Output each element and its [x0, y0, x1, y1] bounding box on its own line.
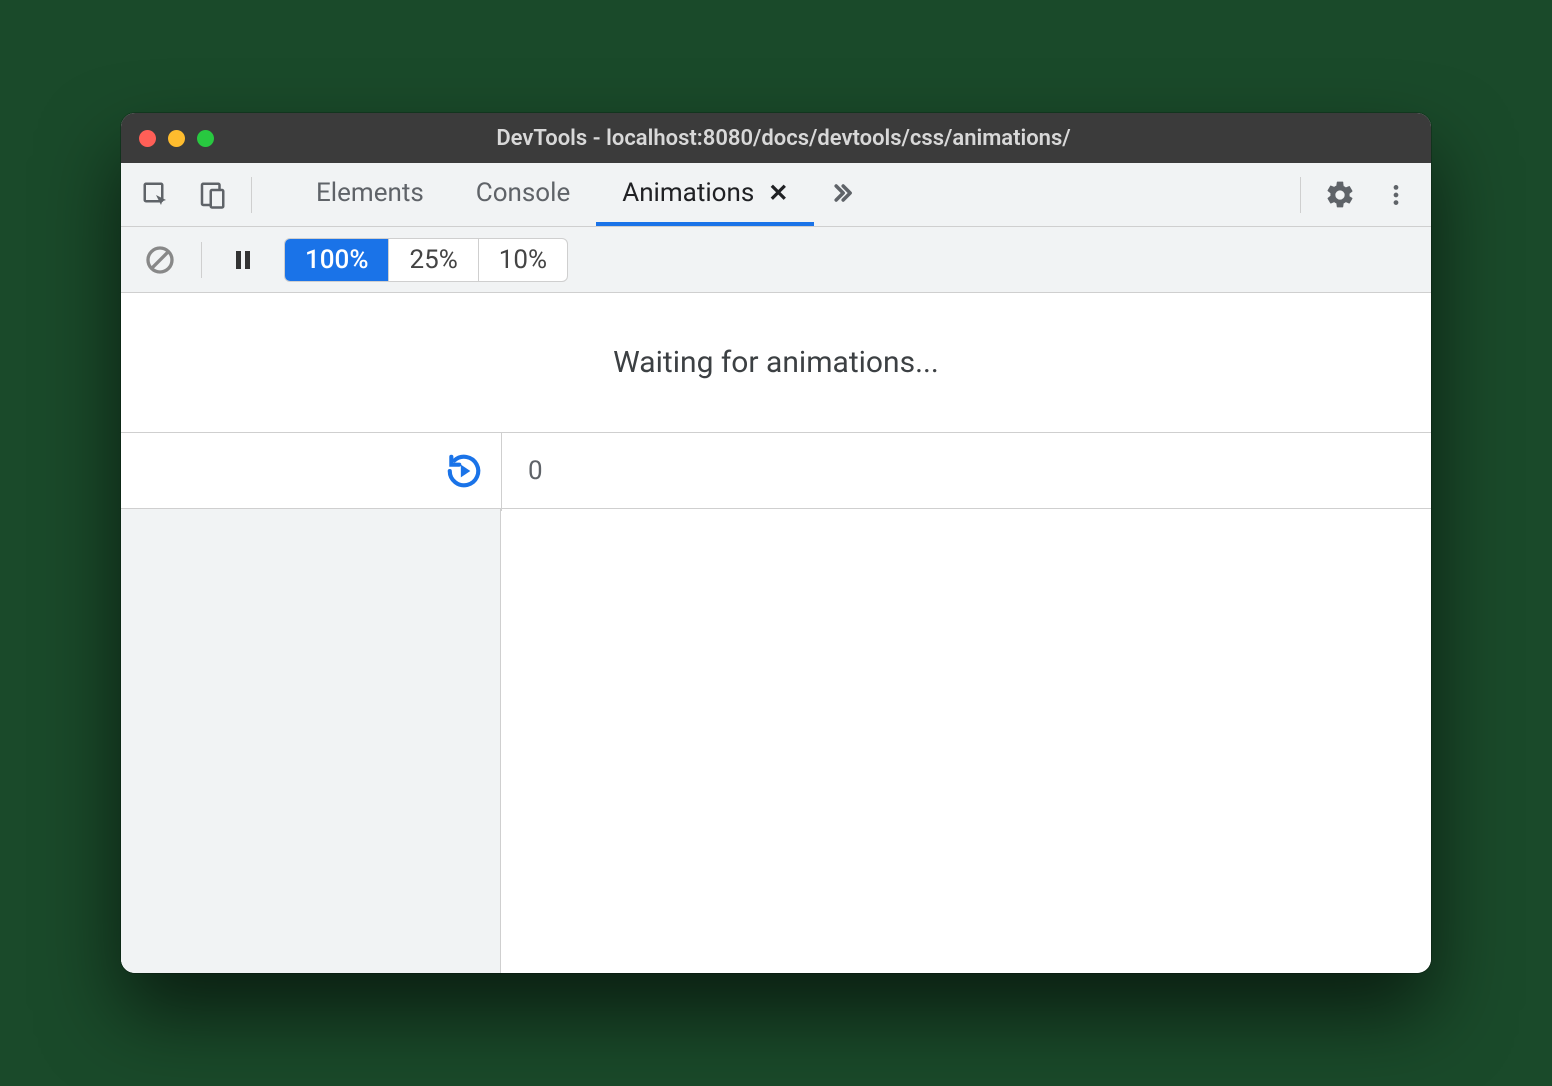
close-icon[interactable]: ✕: [768, 179, 788, 207]
maximize-window-button[interactable]: [197, 130, 214, 147]
speed-25[interactable]: 25%: [389, 239, 478, 281]
minimize-window-button[interactable]: [168, 130, 185, 147]
more-vertical-icon: [1383, 182, 1409, 208]
titlebar[interactable]: DevTools - localhost:8080/docs/devtools/…: [121, 113, 1431, 163]
replay-button[interactable]: [447, 454, 481, 488]
traffic-lights: [139, 130, 214, 147]
devtools-window: DevTools - localhost:8080/docs/devtools/…: [121, 113, 1431, 973]
tab-label: Animations: [622, 178, 754, 208]
clear-button[interactable]: [143, 243, 177, 277]
settings-button[interactable]: [1323, 178, 1357, 212]
chevrons-right-icon: [828, 179, 856, 207]
animations-toolbar: 100% 25% 10%: [121, 227, 1431, 293]
tab-label: Elements: [316, 178, 424, 208]
inspect-element-icon[interactable]: [139, 178, 173, 212]
divider: [1300, 177, 1301, 213]
gear-icon: [1324, 179, 1356, 211]
divider: [201, 242, 202, 278]
tab-animations[interactable]: Animations ✕: [596, 163, 814, 226]
more-button[interactable]: [1379, 178, 1413, 212]
main-tabstrip: Elements Console Animations ✕: [121, 163, 1431, 227]
waiting-message: Waiting for animations...: [121, 293, 1431, 433]
device-toolbar-icon[interactable]: [195, 178, 229, 212]
window-title: DevTools - localhost:8080/docs/devtools/…: [234, 126, 1333, 151]
tab-label: Console: [476, 178, 570, 208]
timeline-header: 0: [121, 433, 1431, 509]
replay-icon: [445, 452, 483, 490]
pause-button[interactable]: [226, 243, 260, 277]
timeline-body: [121, 509, 1431, 973]
close-window-button[interactable]: [139, 130, 156, 147]
divider: [251, 177, 252, 213]
timeline-canvas[interactable]: [501, 509, 1431, 973]
timeline-sidebar: [121, 509, 501, 973]
speed-100[interactable]: 100%: [285, 239, 389, 281]
tab-console[interactable]: Console: [450, 163, 596, 226]
speed-10[interactable]: 10%: [479, 239, 567, 281]
clear-icon: [144, 244, 176, 276]
timeline-start-label: 0: [501, 433, 1431, 508]
playback-speed-toggle: 100% 25% 10%: [284, 238, 568, 282]
tab-overflow-button[interactable]: [814, 163, 870, 226]
tab-elements[interactable]: Elements: [290, 163, 450, 226]
pause-icon: [231, 248, 255, 272]
